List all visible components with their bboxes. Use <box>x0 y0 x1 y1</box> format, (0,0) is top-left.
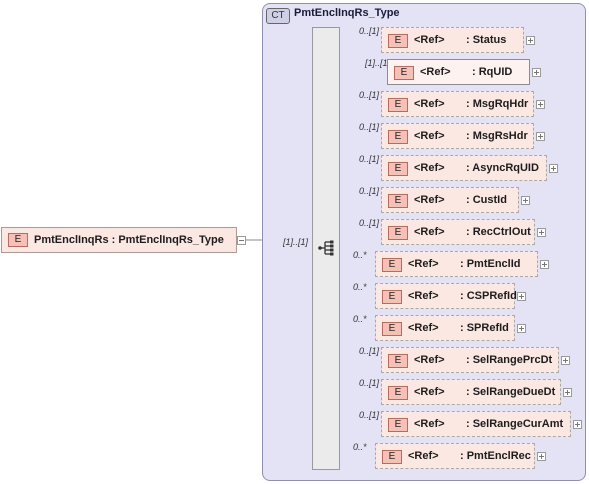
occurrence-label: 0..* <box>353 314 367 324</box>
element-name: : MsgRsHdr <box>466 130 528 142</box>
child-element[interactable]: E <Ref> : CSPRefId <box>375 283 517 309</box>
ref-label: <Ref> <box>408 322 439 334</box>
occurrence-label: 0..* <box>353 282 367 292</box>
element-name: : SelRangeDueDt <box>466 386 556 398</box>
occurrence-label: 0..[1] <box>359 154 380 164</box>
child-element[interactable]: E <Ref> : MsgRsHdr <box>381 123 534 149</box>
element-name: : PmtEnclId <box>460 258 521 270</box>
ref-label: <Ref> <box>408 290 439 302</box>
child-element[interactable]: E <Ref> : CustId <box>381 187 519 213</box>
expand-icon[interactable] <box>521 196 530 205</box>
element-name: : CustId <box>466 194 507 206</box>
expand-icon[interactable] <box>517 324 526 333</box>
ref-label: <Ref> <box>414 418 445 430</box>
element-badge: E <box>388 162 408 176</box>
occurrence-label: 0..[1] <box>359 122 380 132</box>
expand-icon[interactable] <box>532 68 541 77</box>
element-name: : RecCtrlOut <box>466 226 531 238</box>
child-element[interactable]: E <Ref> : RqUID <box>387 59 530 85</box>
complex-type-tag: CT <box>266 8 290 24</box>
ref-label: <Ref> <box>414 34 445 46</box>
child-element[interactable]: E <Ref> : SelRangeCurAmt <box>381 411 571 437</box>
sequence-icon <box>318 240 334 256</box>
ref-label: <Ref> <box>420 66 451 78</box>
collapse-icon[interactable] <box>237 236 246 245</box>
child-element[interactable]: E <Ref> : PmtEnclRec <box>375 443 535 469</box>
expand-icon[interactable] <box>561 356 570 365</box>
occurrence-label: 0..[1] <box>359 26 380 36</box>
expand-icon[interactable] <box>573 420 582 429</box>
element-name: : SelRangePrcDt <box>466 354 553 366</box>
occurrence-label: 0..[1] <box>359 410 380 420</box>
ref-label: <Ref> <box>414 130 445 142</box>
element-name: : CSPRefId <box>460 290 517 302</box>
occurrence-label: 0..* <box>353 442 367 452</box>
element-name: : Status <box>466 34 507 46</box>
root-element[interactable]: E PmtEnclInqRs : PmtEnclInqRs_Type <box>1 227 237 253</box>
child-element[interactable]: E <Ref> : AsyncRqUID <box>381 155 547 181</box>
element-badge: E <box>388 226 408 240</box>
child-element[interactable]: E <Ref> : SPRefId <box>375 315 515 341</box>
ref-label: <Ref> <box>414 386 445 398</box>
expand-icon[interactable] <box>526 36 535 45</box>
element-badge: E <box>388 34 408 48</box>
element-badge: E <box>8 233 28 247</box>
root-element-label: PmtEnclInqRs : PmtEnclInqRs_Type <box>34 234 224 246</box>
element-badge: E <box>388 194 408 208</box>
expand-icon[interactable] <box>549 164 558 173</box>
element-badge: E <box>388 354 408 368</box>
child-element[interactable]: E <Ref> : MsgRqHdr <box>381 91 534 117</box>
element-badge: E <box>382 258 402 272</box>
element-name: : RqUID <box>472 66 513 78</box>
element-badge: E <box>388 130 408 144</box>
expand-icon[interactable] <box>536 100 545 109</box>
occurrence-label: 0..[1] <box>359 346 380 356</box>
element-badge: E <box>382 290 402 304</box>
child-element[interactable]: E <Ref> : PmtEnclId <box>375 251 538 277</box>
expand-icon[interactable] <box>563 388 572 397</box>
ref-label: <Ref> <box>414 162 445 174</box>
element-badge: E <box>394 66 414 80</box>
element-name: : MsgRqHdr <box>466 98 529 110</box>
occurrence-label: 0..[1] <box>359 186 380 196</box>
element-name: : SPRefId <box>460 322 509 334</box>
child-element[interactable]: E <Ref> : SelRangeDueDt <box>381 379 561 405</box>
occurrence-label: 0..[1] <box>359 218 380 228</box>
child-element[interactable]: E <Ref> : Status <box>381 27 524 53</box>
element-name: : SelRangeCurAmt <box>466 418 564 430</box>
ref-label: <Ref> <box>414 194 445 206</box>
occurrence-label: 0..[1] <box>359 378 380 388</box>
ref-label: <Ref> <box>408 258 439 270</box>
expand-icon[interactable] <box>517 292 526 301</box>
element-badge: E <box>388 418 408 432</box>
expand-icon[interactable] <box>537 228 546 237</box>
connector-occurrence: [1]..[1] <box>283 237 309 247</box>
child-element[interactable]: E <Ref> : RecCtrlOut <box>381 219 535 245</box>
element-name: : PmtEnclRec <box>460 450 531 462</box>
expand-icon[interactable] <box>537 452 546 461</box>
occurrence-label: 0..[1] <box>359 90 380 100</box>
occurrence-label: 0..* <box>353 250 367 260</box>
ref-label: <Ref> <box>408 450 439 462</box>
expand-icon[interactable] <box>540 260 549 269</box>
ref-label: <Ref> <box>414 354 445 366</box>
ref-label: <Ref> <box>414 226 445 238</box>
complex-type-title: PmtEnclInqRs_Type <box>294 7 400 19</box>
element-badge: E <box>382 450 402 464</box>
element-name: : AsyncRqUID <box>466 162 539 174</box>
ref-label: <Ref> <box>414 98 445 110</box>
child-element[interactable]: E <Ref> : SelRangePrcDt <box>381 347 559 373</box>
element-badge: E <box>388 98 408 112</box>
element-badge: E <box>382 322 402 336</box>
element-badge: E <box>388 386 408 400</box>
expand-icon[interactable] <box>536 132 545 141</box>
